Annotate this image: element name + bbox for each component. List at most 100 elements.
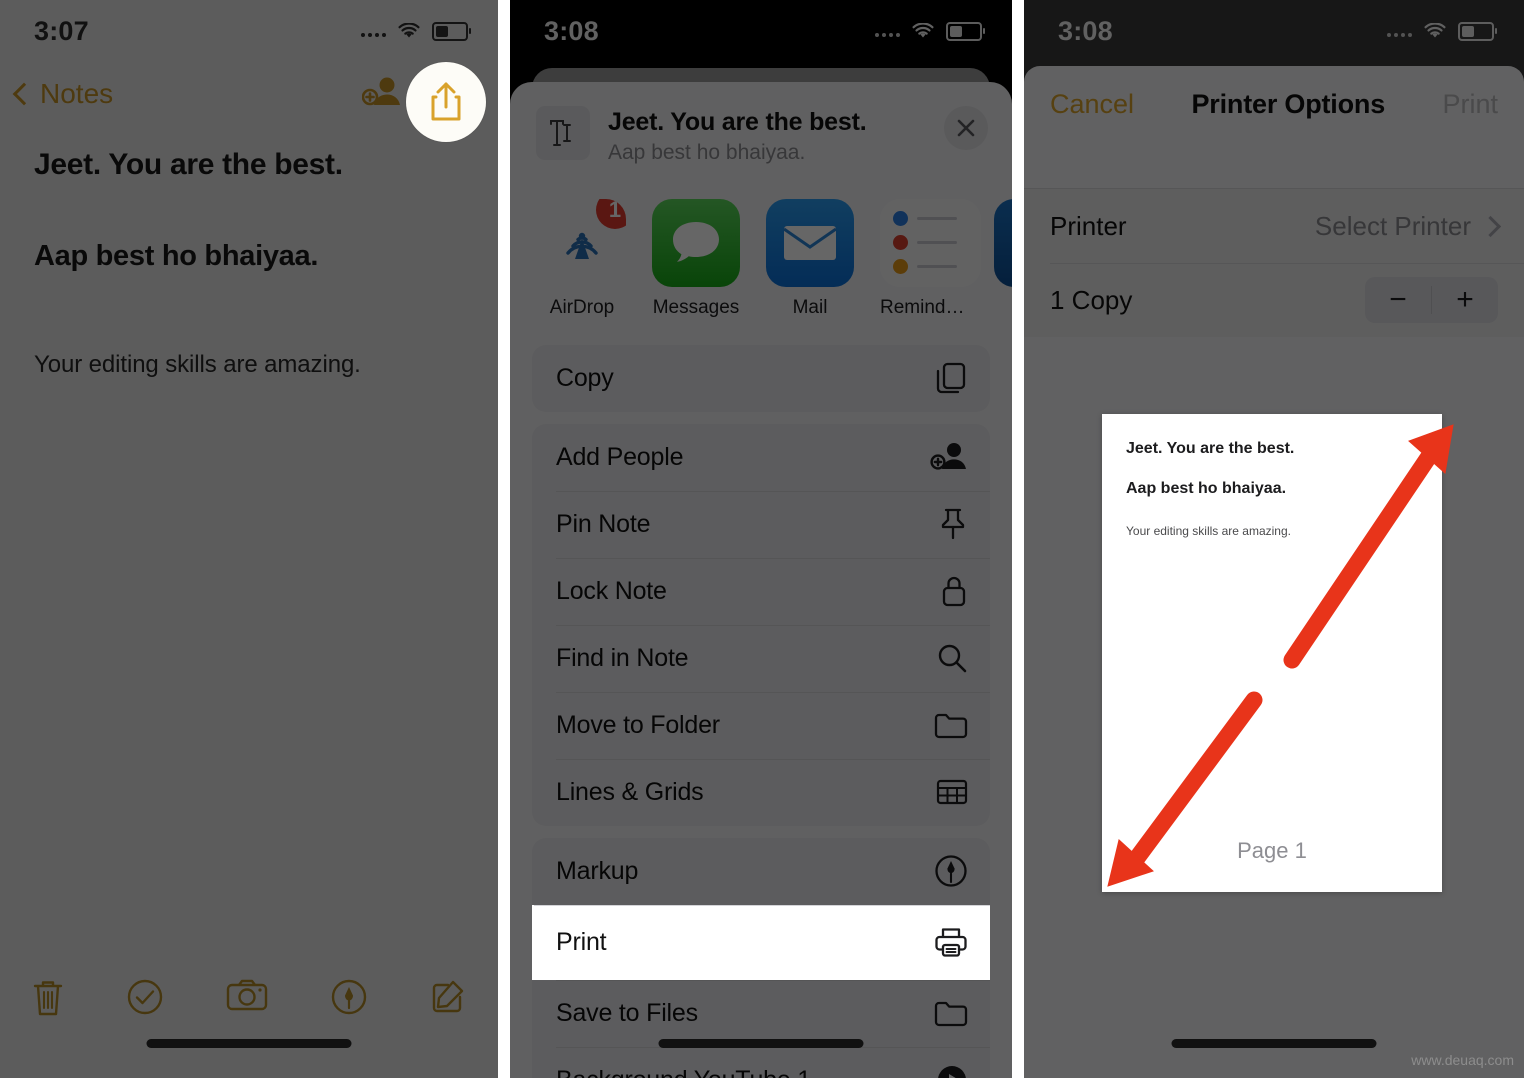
printer-row[interactable]: Printer Select Printer: [1024, 189, 1524, 263]
print-preview-content: Jeet. You are the best. Aap best ho bhai…: [1102, 414, 1442, 538]
signal-dots-icon: [875, 25, 900, 37]
share-app-mail[interactable]: Mail: [766, 198, 854, 319]
copies-row: 1 Copy − +: [1024, 263, 1524, 337]
share-app-label: AirDrop: [549, 296, 615, 318]
wifi-icon: [911, 22, 935, 40]
wifi-icon: [397, 22, 421, 40]
status-bar: 3:08: [1024, 0, 1524, 62]
printer-row-label: Printer: [1050, 210, 1127, 241]
battery-icon: [946, 21, 985, 41]
printer-options-header: Cancel Printer Options Print: [1024, 66, 1524, 142]
close-icon[interactable]: [944, 106, 988, 150]
note-content: Jeet. You are the best. Aap best ho bhai…: [0, 126, 498, 379]
facebook-icon: [994, 198, 1012, 287]
status-indicators: [361, 21, 471, 41]
share-sheet: Jeet. You are the best. Aap best ho bhai…: [510, 82, 1012, 1078]
delete-icon[interactable]: [31, 978, 65, 1023]
increment-button[interactable]: +: [1432, 277, 1498, 323]
share-action-label: Copy: [556, 363, 614, 392]
share-action-label: Background YouTube 1: [556, 1066, 811, 1078]
camera-icon[interactable]: [226, 978, 268, 1017]
compose-icon[interactable]: [429, 978, 467, 1021]
share-action-lock-note[interactable]: Lock Note: [532, 557, 990, 625]
share-action-copy[interactable]: Copy: [532, 345, 990, 412]
share-action-print[interactable]: Print: [532, 904, 990, 980]
battery-icon: [1458, 21, 1497, 41]
page-title: Printer Options: [1191, 88, 1386, 119]
folder-icon: [934, 999, 968, 1027]
pin-icon: [938, 507, 968, 541]
markup-icon[interactable]: [330, 978, 368, 1021]
share-sheet-header: Jeet. You are the best. Aap best ho bhai…: [510, 82, 1012, 187]
back-to-notes-button[interactable]: Notes: [12, 78, 114, 110]
share-action-background-youtube[interactable]: Background YouTube 1: [532, 1046, 990, 1078]
printer-icon: [934, 926, 968, 958]
lock-icon: [940, 574, 968, 608]
panel-gutter-1: [498, 0, 510, 1078]
share-app-label: Mail: [792, 296, 828, 318]
share-button-highlight[interactable]: [406, 62, 486, 142]
share-action-save-to-files[interactable]: Save to Files: [532, 979, 990, 1047]
panel-printer-options: 3:08 Cancel Printer Options Print Printe…: [1024, 0, 1524, 1078]
copy-icon: [934, 361, 968, 395]
chevron-left-icon: [12, 82, 36, 106]
share-action-label: Find in Note: [556, 643, 689, 672]
panel-notes-app: 3:07 Notes Jeet. You are the best. Aap b…: [0, 0, 498, 1078]
chevron-right-icon: [1479, 215, 1502, 237]
note-heading-2: Aap best ho bhaiyaa.: [34, 240, 319, 272]
preview-page-label: Page 1: [1237, 838, 1307, 863]
share-actions-group-1: Copy: [532, 344, 990, 412]
share-actions-group-2: Add People Pin Note Lock Note Find in No…: [532, 423, 990, 826]
add-person-icon[interactable]: [361, 75, 402, 114]
panel-gutter-2: [1012, 0, 1024, 1078]
share-app-reminders[interactable]: Reminders: [880, 198, 981, 319]
share-action-label: Lines & Grids: [556, 777, 704, 806]
share-action-add-people[interactable]: Add People: [532, 424, 990, 491]
panel-share-sheet: 3:08 Jeet. You are the best. Aap best ho…: [510, 0, 1012, 1078]
share-action-pin-note[interactable]: Pin Note: [532, 490, 990, 558]
share-icon: [431, 82, 461, 121]
print-preview-card[interactable]: Jeet. You are the best. Aap best ho bhai…: [1102, 414, 1442, 892]
share-action-label: Lock Note: [556, 576, 667, 605]
quantity-stepper[interactable]: − +: [1365, 277, 1498, 323]
share-action-lines-grids[interactable]: Lines & Grids: [532, 758, 990, 826]
print-button[interactable]: Print: [1442, 89, 1498, 120]
share-app-airdrop[interactable]: 1 AirDrop: [538, 198, 626, 319]
notes-screen: 3:07 Notes Jeet. You are the best. Aap b…: [0, 0, 498, 1078]
search-icon: [936, 642, 968, 674]
status-bar: 3:07: [0, 0, 498, 62]
notes-bottom-toolbar: [0, 960, 498, 1078]
play-icon: [936, 1064, 968, 1078]
watermark: www.deuaq.com: [1411, 1052, 1514, 1068]
back-label: Notes: [40, 78, 114, 109]
status-time: 3:08: [544, 15, 599, 46]
battery-icon: [432, 21, 471, 41]
reminders-icon: [880, 198, 981, 287]
preview-heading-1: Jeet. You are the best.: [1126, 440, 1295, 457]
share-action-label: Add People: [556, 442, 684, 471]
signal-dots-icon: [1387, 25, 1412, 37]
note-paragraph: Your editing skills are amazing.: [34, 351, 361, 378]
share-action-move-to-folder[interactable]: Move to Folder: [532, 691, 990, 759]
cancel-button[interactable]: Cancel: [1050, 89, 1134, 120]
text-document-icon: [536, 106, 590, 160]
status-indicators: [1387, 21, 1497, 41]
share-app-label: Fa: [994, 297, 1012, 319]
share-app-row: 1 AirDrop Messages Mail Reminders: [510, 187, 1012, 333]
folder-icon: [934, 711, 968, 739]
checklist-icon[interactable]: [126, 978, 164, 1021]
share-action-label: Save to Files: [556, 998, 698, 1027]
printer-value-text: Select Printer: [1314, 210, 1471, 241]
decrement-button[interactable]: −: [1365, 277, 1431, 323]
share-action-find-in-note[interactable]: Find in Note: [532, 624, 990, 692]
signal-dots-icon: [361, 25, 386, 37]
status-time: 3:08: [1058, 15, 1113, 46]
messages-icon: [652, 198, 740, 287]
share-app-facebook[interactable]: Fa: [994, 198, 1012, 319]
preview-heading-2: Aap best ho bhaiyaa.: [1126, 480, 1287, 497]
share-app-messages[interactable]: Messages: [652, 198, 740, 319]
share-action-markup[interactable]: Markup: [532, 838, 990, 905]
sheet-spacer: [1024, 142, 1524, 188]
share-item-info: Jeet. You are the best. Aap best ho bhai…: [608, 106, 926, 165]
home-indicator: [146, 1039, 352, 1048]
